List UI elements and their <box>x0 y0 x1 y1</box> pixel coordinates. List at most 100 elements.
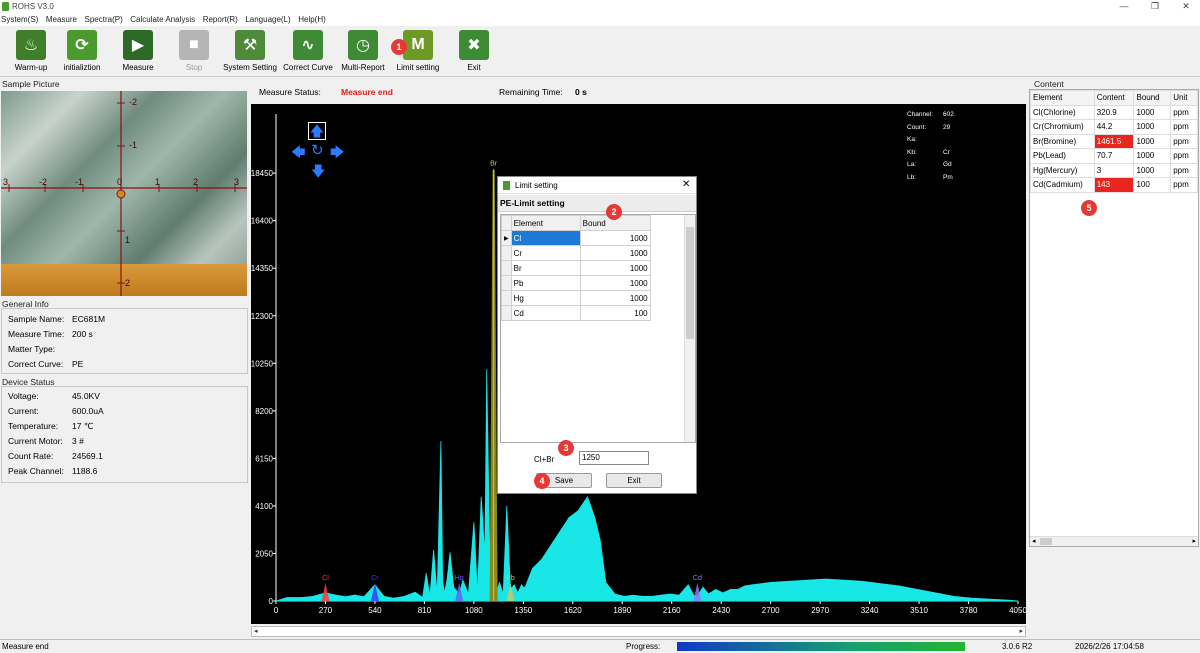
overlay-key: La: <box>907 161 917 169</box>
content-unit-cell: ppm <box>1170 104 1198 120</box>
x-tick-label: 540 <box>368 606 382 615</box>
element-cell[interactable]: Hg <box>510 290 581 306</box>
menu-measure[interactable]: Measure <box>45 14 81 26</box>
pic-label: 2 <box>193 177 199 187</box>
measure-status-label: Measure Status: <box>259 87 321 97</box>
exit-dialog-button[interactable]: Exit <box>606 473 662 488</box>
menu-help[interactable]: Help(H) <box>297 14 330 26</box>
limit-row[interactable]: Hg 1000 <box>501 290 651 306</box>
content-row[interactable]: Cd(Cadmium) 143 100 ppm <box>1030 177 1198 193</box>
x-tick-label: 1890 <box>613 606 631 615</box>
info-value: 24569.1 <box>72 451 103 461</box>
step-badge-2: 2 <box>606 204 622 220</box>
content-row[interactable]: Pb(Lead) 70.7 1000 ppm <box>1030 148 1198 164</box>
toolbar-flame-button[interactable]: ♨ Warm-up <box>3 30 59 72</box>
pan-up-icon[interactable]: 🡅 <box>308 122 326 140</box>
overlay-value: Gd <box>943 161 952 169</box>
content-scroll-left-icon[interactable]: ◂ <box>1032 537 1036 545</box>
element-cell[interactable]: Cd <box>510 305 581 321</box>
menu-calculate-analysis[interactable]: Calculate Analysis <box>129 14 199 26</box>
content-content-cell: 1461.5 <box>1093 133 1135 149</box>
info-key: Matter Type: <box>8 344 56 354</box>
content-row[interactable]: Br(Bromine) 1461.5 1000 ppm <box>1030 133 1198 149</box>
scroll-right-icon[interactable]: ▸ <box>1019 627 1023 635</box>
element-cell[interactable]: Cl <box>510 230 581 246</box>
version-label: 3.0.6 R2 <box>1002 642 1033 651</box>
limit-row[interactable]: Br 1000 <box>501 260 651 276</box>
content-element-cell: Cl(Chlorine) <box>1030 104 1095 120</box>
dialog-app-icon <box>503 181 510 190</box>
content-scroll-thumb[interactable] <box>1040 538 1052 545</box>
bound-cell[interactable]: 100 <box>579 305 651 321</box>
element-cell[interactable]: Br <box>510 260 581 276</box>
limit-row[interactable]: Cr 1000 <box>501 245 651 261</box>
x-tick-label: 2700 <box>762 606 780 615</box>
pan-left-icon[interactable]: 🡄 <box>291 142 305 166</box>
peak-marker-label: Br <box>490 161 498 168</box>
overlay-key: Ka: <box>907 136 917 144</box>
flame-icon: ♨ <box>16 30 46 60</box>
sample-picture: 3 -2 -1 -2 -1 0 1 2 3 1 2 <box>1 91 247 296</box>
content-row[interactable]: Hg(Mercury) 3 1000 ppm <box>1030 162 1198 178</box>
info-value: 45.0KV <box>72 391 100 401</box>
bound-cell[interactable]: 1000 <box>579 290 651 306</box>
menu-language[interactable]: Language(L) <box>244 14 294 26</box>
bound-cell[interactable]: 1000 <box>579 260 651 276</box>
content-scroll-right-icon[interactable]: ▸ <box>1192 537 1196 545</box>
step-badge-5: 5 <box>1081 200 1097 216</box>
content-content-cell: 70.7 <box>1093 148 1135 164</box>
cl-br-label: Cl+Br <box>534 455 555 464</box>
bound-cell[interactable]: 1000 <box>579 275 651 291</box>
pan-right-icon[interactable]: 🡆 <box>330 142 344 166</box>
info-value: 200 s <box>72 329 93 339</box>
element-cell[interactable]: Pb <box>510 275 581 291</box>
menu-spectra[interactable]: Spectra(P) <box>84 14 127 26</box>
x-tick-label: 1350 <box>514 606 532 615</box>
info-key: Current: <box>8 406 39 416</box>
pan-down-icon[interactable]: 🡇 <box>311 161 325 185</box>
toolbar-exit-button[interactable]: ✖ Exit <box>446 30 502 72</box>
minimize-button[interactable]: — <box>1114 1 1134 11</box>
toolbar-curve-button[interactable]: ∿ Correct Curve <box>280 30 336 72</box>
toolbar-clock-button[interactable]: ◷ Multi-Report <box>335 30 391 72</box>
y-tick-label: 10250 <box>251 359 274 368</box>
toolbar-label: Multi-Report <box>341 63 385 72</box>
peak-marker-label: Pb <box>506 575 515 582</box>
horizontal-scrollbar[interactable]: ◂ ▸ <box>251 626 1026 637</box>
menu-report[interactable]: Report(R) <box>202 14 242 26</box>
limit-row[interactable]: Cd 100 <box>501 305 651 321</box>
pic-label: -2 <box>39 177 48 187</box>
info-row: Temperature: 17 ℃ <box>8 421 93 431</box>
content-hscrollbar[interactable]: ◂ ▸ <box>1030 536 1198 546</box>
toolbar-refresh-button[interactable]: ⟳ initializtion <box>54 30 110 72</box>
cl-br-input[interactable]: 1250 <box>579 451 649 465</box>
close-window-button[interactable]: ✕ <box>1176 1 1196 12</box>
grid-scrollbar[interactable] <box>684 215 695 442</box>
info-row: Correct Curve: PE <box>8 359 83 369</box>
x-tick-label: 3510 <box>910 606 928 615</box>
toolbar-stop-button[interactable]: ■ Stop <box>166 30 222 72</box>
toolbar-play-button[interactable]: ▶ Measure <box>110 30 166 72</box>
reset-view-icon[interactable]: ↻ <box>311 141 324 159</box>
overlay-value: 602 <box>943 111 954 118</box>
limit-row[interactable]: Pb 1000 <box>501 275 651 291</box>
restore-button[interactable]: ❐ <box>1145 1 1165 12</box>
limit-row[interactable]: ▶ Cl 1000 <box>501 230 651 246</box>
content-row[interactable]: Cr(Chromium) 44.2 1000 ppm <box>1030 119 1198 135</box>
overlay-key: Kb: <box>907 148 917 156</box>
dialog-close-icon[interactable]: ✕ <box>682 179 690 190</box>
content-element-cell: Pb(Lead) <box>1030 148 1095 164</box>
bound-cell[interactable]: 1000 <box>579 230 651 246</box>
bound-cell[interactable]: 1000 <box>579 245 651 261</box>
y-tick-label: 4100 <box>255 502 273 511</box>
scroll-left-icon[interactable]: ◂ <box>254 627 258 635</box>
x-tick-label: 1620 <box>564 606 582 615</box>
toolbar-hammer-button[interactable]: ⚒ System Setting <box>222 30 278 72</box>
pic-label: -1 <box>129 140 138 150</box>
grid-scroll-thumb[interactable] <box>686 227 694 339</box>
menu-system[interactable]: System(S) <box>0 14 42 26</box>
overlay-row: Ka: <box>907 136 987 143</box>
element-cell[interactable]: Cr <box>510 245 581 261</box>
content-row[interactable]: Cl(Chlorine) 320.9 1000 ppm <box>1030 104 1198 120</box>
progress-fill <box>677 642 965 651</box>
